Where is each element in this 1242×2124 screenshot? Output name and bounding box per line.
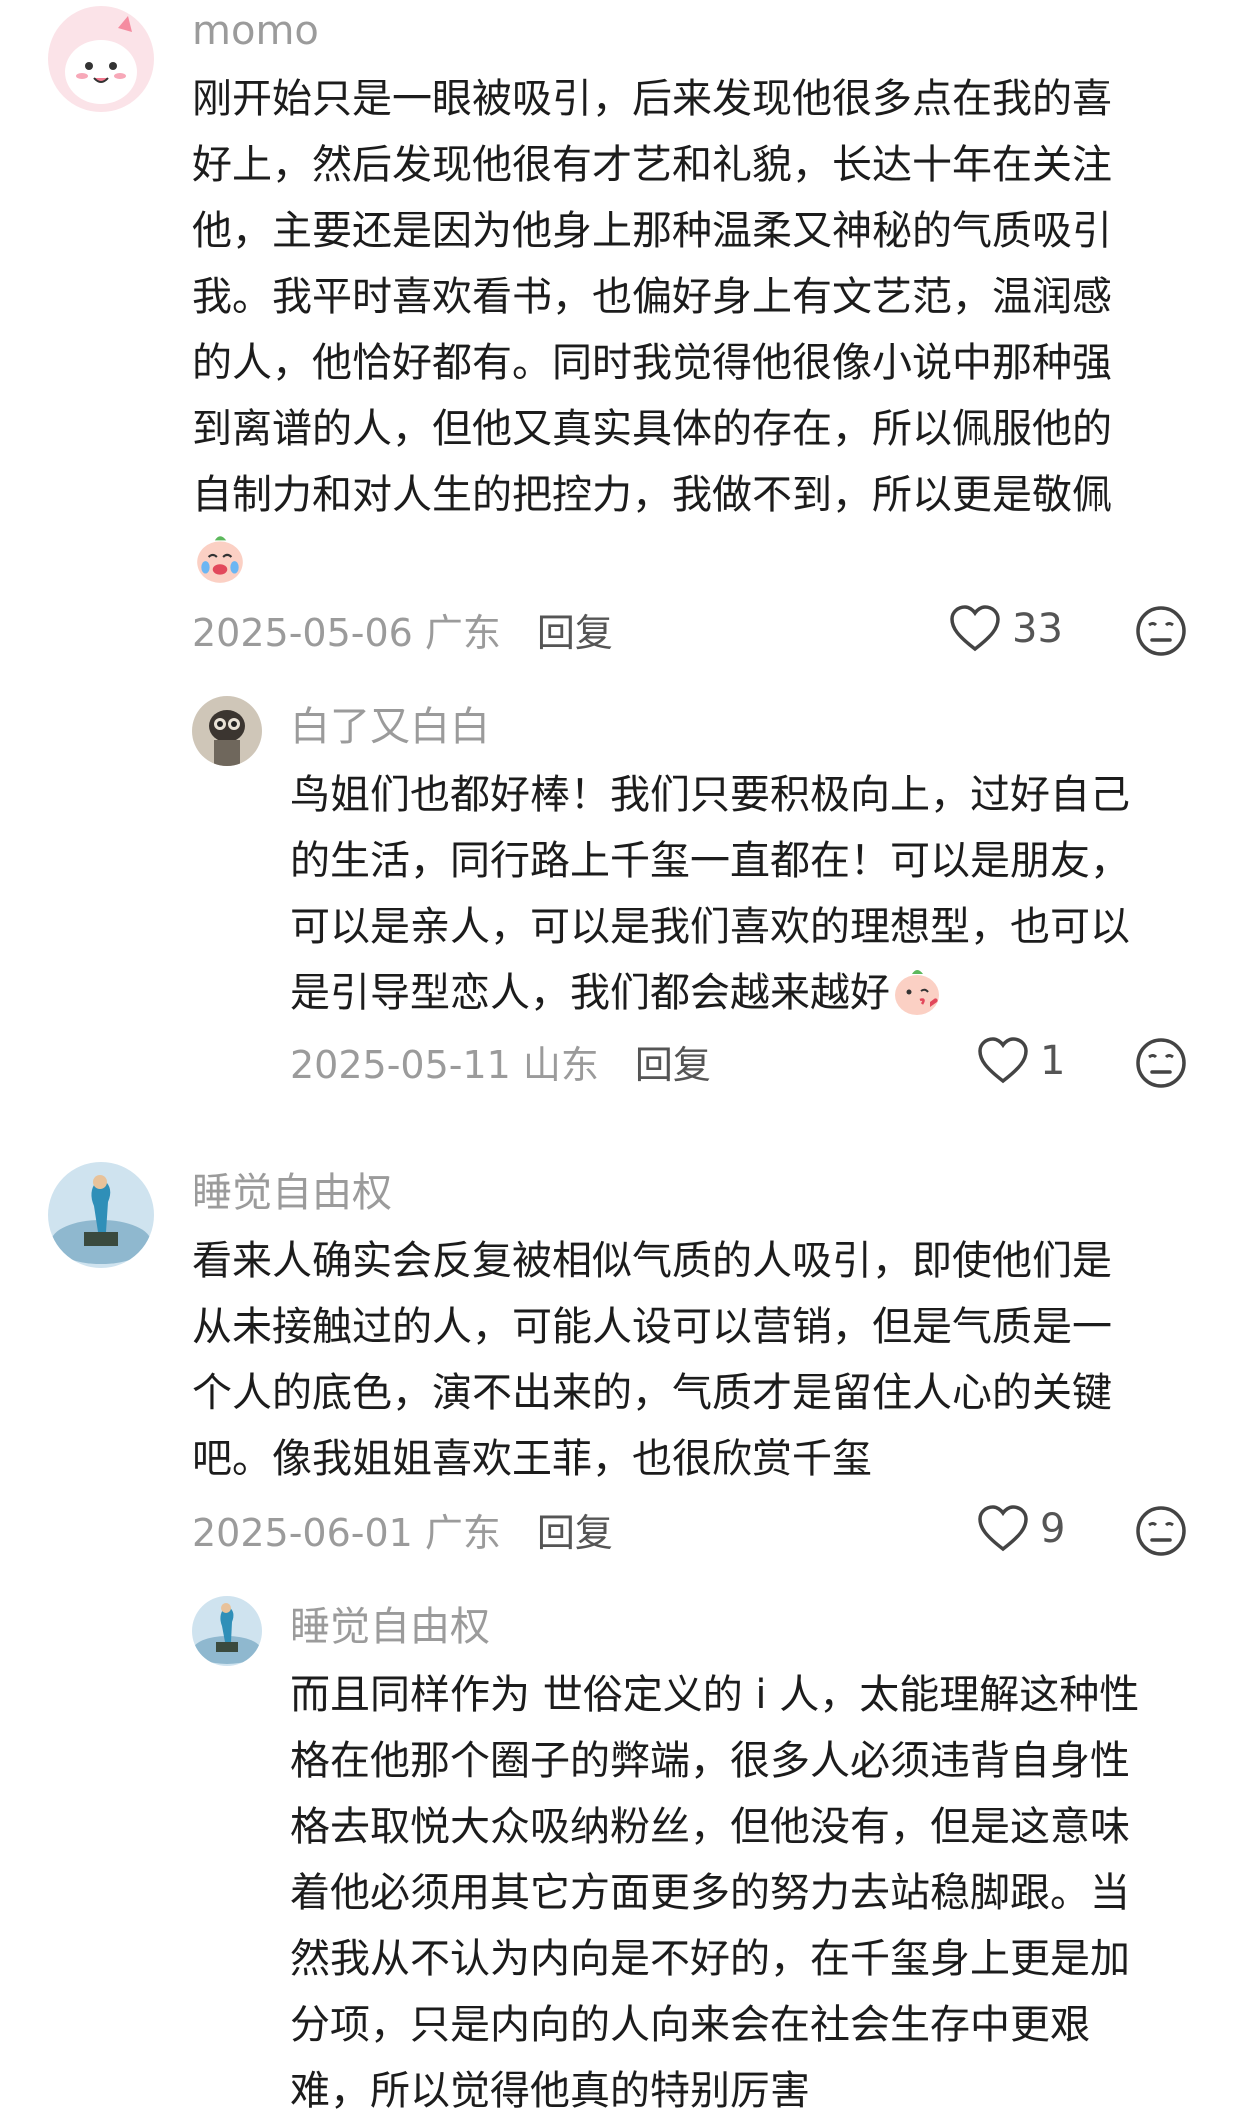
heart-outline-icon bbox=[978, 1505, 1028, 1552]
comment-line: 自制力和对人生的把控力，我做不到，所以更是敬佩 bbox=[192, 472, 1112, 518]
neutral-face-icon[interactable] bbox=[1134, 604, 1188, 658]
like-count: 9 bbox=[1040, 1506, 1066, 1552]
comment-line: 难，所以觉得他真的特别厉害 bbox=[290, 2068, 810, 2114]
like-count: 33 bbox=[1012, 606, 1063, 652]
heart-outline-icon bbox=[978, 1037, 1028, 1084]
comment-line: 个人的底色，演不出来的，气质才是留住人心的关键 bbox=[192, 1370, 1112, 1416]
crying-face-emoji bbox=[197, 536, 243, 583]
comment-username[interactable]: momo bbox=[192, 4, 319, 58]
reply-button[interactable]: 回复 bbox=[537, 1502, 613, 1557]
neutral-face-icon[interactable] bbox=[1134, 1504, 1188, 1558]
like-count: 1 bbox=[1040, 1038, 1066, 1084]
comment-username[interactable]: 睡觉自由权 bbox=[290, 1600, 490, 1654]
comment-line: 鸟姐们也都好棒！我们只要积极向上，过好自己 bbox=[290, 772, 1130, 818]
comment-line: 是引导型恋人，我们都会越来越好 bbox=[290, 970, 890, 1016]
kissing-face-emoji bbox=[895, 970, 939, 1015]
like-button[interactable]: 9 bbox=[976, 1502, 1065, 1556]
comment-line: 从未接触过的人，可能人设可以营销，但是气质是一 bbox=[192, 1304, 1112, 1350]
comment-line: 的生活，同行路上千玺一直都在！可以是朋友， bbox=[290, 838, 1130, 884]
comment-date: 2025-05-06 广东 bbox=[192, 610, 501, 655]
comment-text: 刚开始只是一眼被吸引，后来发现他很多点在我的喜 好上，然后发现他很有才艺和礼貌，… bbox=[192, 66, 1112, 594]
comment-meta: 2025-05-06 广东 回复 bbox=[192, 602, 613, 656]
comment-date: 2025-05-11 山东 bbox=[290, 1042, 599, 1087]
comment-line: 到离谱的人，但他又真实具体的存在，所以佩服他的 bbox=[192, 406, 1112, 452]
heart-outline-icon bbox=[950, 605, 1000, 652]
comment-text: 看来人确实会反复被相似气质的人吸引，即使他们是 从未接触过的人，可能人设可以营销… bbox=[192, 1228, 1112, 1492]
comment-line: 吧。像我姐姐喜欢王菲，也很欣赏千玺 bbox=[192, 1436, 872, 1482]
avatar[interactable] bbox=[48, 6, 154, 112]
like-button[interactable]: 33 bbox=[948, 602, 1063, 656]
comment-line: 他，主要还是因为他身上那种温柔又神秘的气质吸引 bbox=[192, 208, 1112, 254]
comment-date: 2025-06-01 广东 bbox=[192, 1510, 501, 1555]
comment-username[interactable]: 睡觉自由权 bbox=[192, 1166, 392, 1220]
comment-text: 鸟姐们也都好棒！我们只要积极向上，过好自己 的生活，同行路上千玺一直都在！可以是… bbox=[290, 762, 1130, 1026]
comment-line: 格去取悦大众吸纳粉丝，但他没有，但是这意味 bbox=[290, 1804, 1130, 1850]
comment-text: 而且同样作为 世俗定义的 i 人，太能理解这种性 格在他那个圈子的弊端，很多人必… bbox=[290, 1662, 1139, 2124]
like-button[interactable]: 1 bbox=[976, 1034, 1065, 1088]
comment-line: 可以是亲人，可以是我们喜欢的理想型，也可以 bbox=[290, 904, 1130, 950]
reply-button[interactable]: 回复 bbox=[537, 602, 613, 657]
neutral-face-icon[interactable] bbox=[1134, 1036, 1188, 1090]
comment-line: 格在他那个圈子的弊端，很多人必须违背自身性 bbox=[290, 1738, 1130, 1784]
comment-line: 然我从不认为内向是不好的，在千玺身上更是加 bbox=[290, 1936, 1130, 1982]
reply-button[interactable]: 回复 bbox=[635, 1034, 711, 1089]
comment-line: 分项，只是内向的人向来会在社会生存中更艰 bbox=[290, 2002, 1090, 2048]
comment-line: 刚开始只是一眼被吸引，后来发现他很多点在我的喜 bbox=[192, 76, 1112, 122]
comment-line: 好上，然后发现他很有才艺和礼貌，长达十年在关注 bbox=[192, 142, 1112, 188]
comment-line: 我。我平时喜欢看书，也偏好身上有文艺范，温润感 bbox=[192, 274, 1112, 320]
comment-line: 着他必须用其它方面更多的努力去站稳脚跟。当 bbox=[290, 1870, 1130, 1916]
avatar[interactable] bbox=[192, 696, 262, 766]
avatar[interactable] bbox=[48, 1162, 154, 1268]
comment-line-with-emoji: 是引导型恋人，我们都会越来越好 bbox=[290, 960, 1130, 1026]
comment-line: 而且同样作为 世俗定义的 i 人，太能理解这种性 bbox=[290, 1672, 1140, 1718]
comment-username[interactable]: 白了又白白 bbox=[290, 700, 490, 754]
comment-meta: 2025-05-11 山东 回复 bbox=[290, 1034, 711, 1088]
comment-line: 看来人确实会反复被相似气质的人吸引，即使他们是 bbox=[192, 1238, 1112, 1284]
comment-emoji-row bbox=[192, 528, 1112, 594]
comment-line: 的人，他恰好都有。同时我觉得他很像小说中那种强 bbox=[192, 340, 1112, 386]
avatar[interactable] bbox=[192, 1596, 262, 1666]
comment-meta: 2025-06-01 广东 回复 bbox=[192, 1502, 613, 1556]
